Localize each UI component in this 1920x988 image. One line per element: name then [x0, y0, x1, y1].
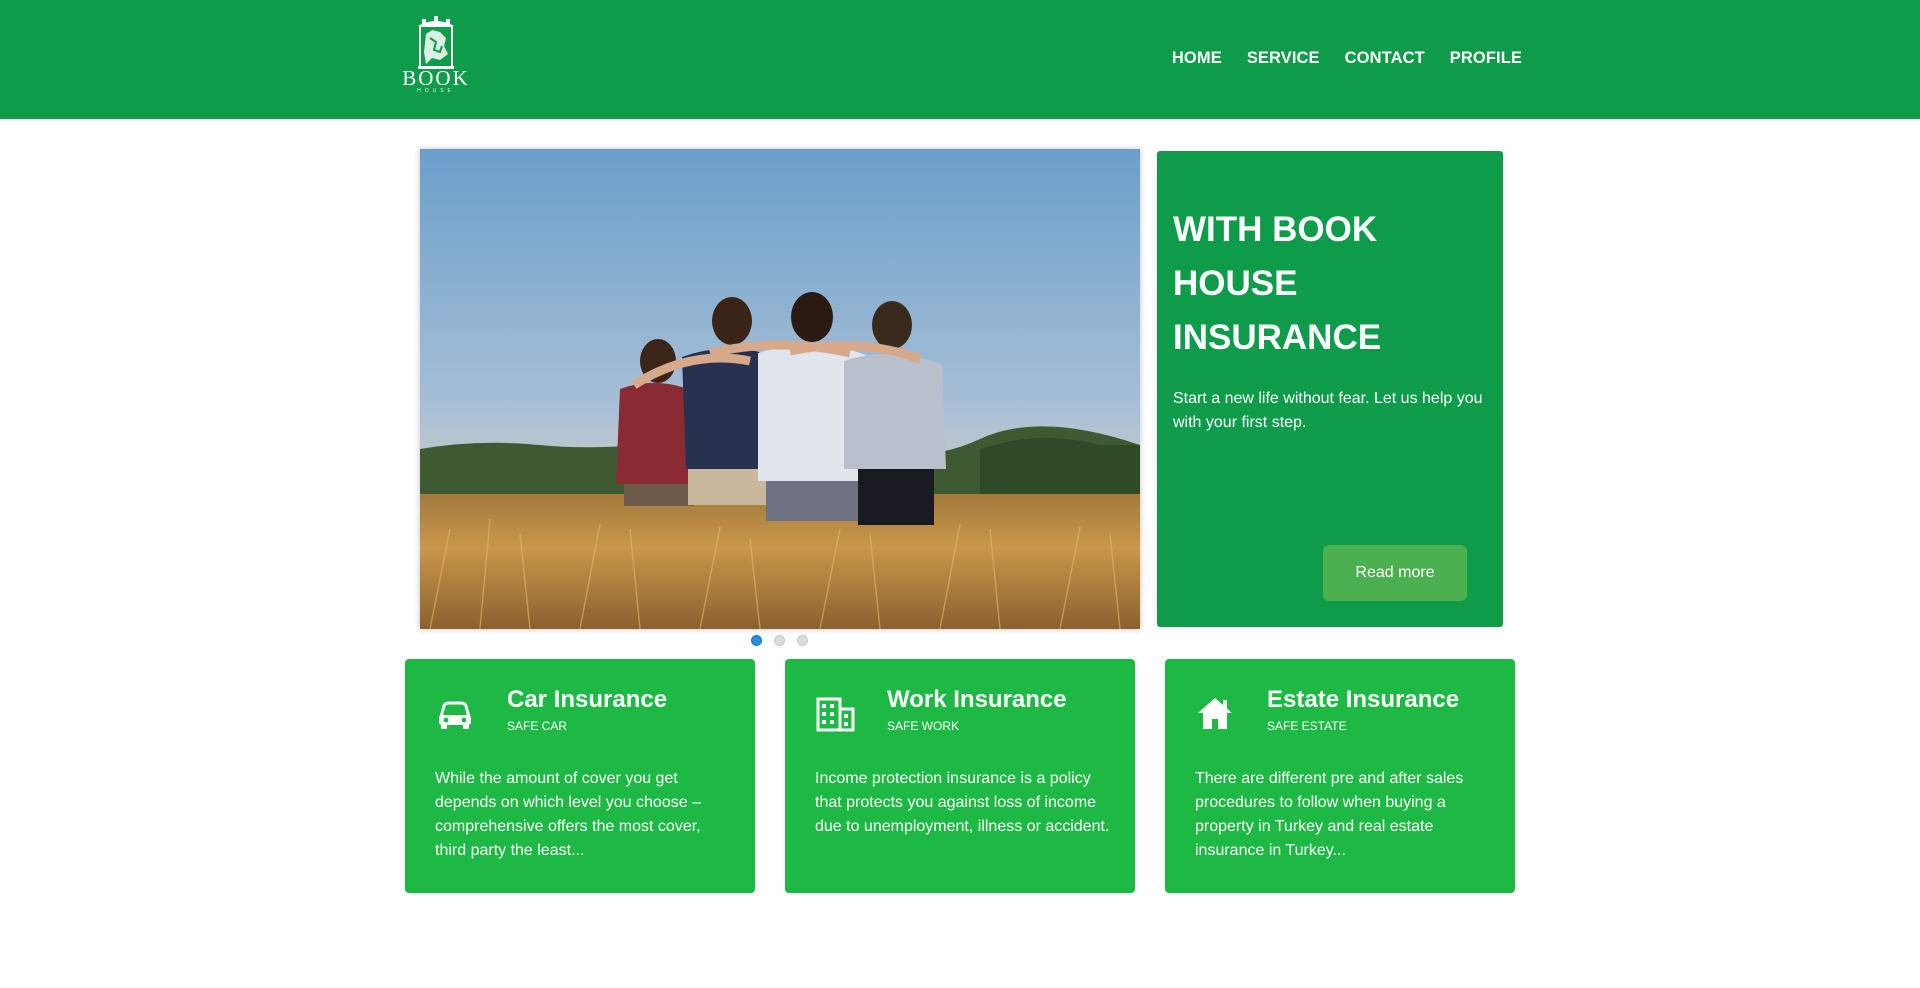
card-title: Estate Insurance — [1267, 686, 1460, 713]
building-icon — [816, 697, 855, 732]
site-header: BOOK HOUSE HOME SERVICE CONTACT PROFILE — [0, 0, 1920, 119]
hero-slider-image[interactable] — [420, 149, 1140, 629]
friends-in-field-image — [420, 149, 1140, 629]
card-work-insurance[interactable]: Work Insurance SAFE WORK Income protecti… — [785, 659, 1135, 893]
house-icon — [1198, 698, 1232, 729]
card-subtitle: SAFE ESTATE — [1267, 719, 1347, 733]
promo-title: WITH BOOK HOUSE INSURANCE — [1173, 210, 1382, 357]
card-title: Car Insurance — [507, 686, 668, 713]
logo-text: BOOK — [402, 66, 470, 90]
card-subtitle: SAFE WORK — [887, 719, 960, 733]
car-icon — [439, 701, 471, 729]
card-estate-insurance[interactable]: Estate Insurance SAFE ESTATE There are d… — [1165, 659, 1515, 893]
logo-subtext: HOUSE — [417, 88, 455, 94]
nav-profile[interactable]: PROFILE — [1450, 49, 1522, 68]
promo-panel: WITH BOOK HOUSE INSURANCE Start a new li… — [1157, 151, 1503, 627]
tower-logo-icon — [418, 16, 454, 69]
card-text: There are different pre and after sales … — [1195, 770, 1464, 859]
card-text: Income protection insurance is a policy … — [815, 770, 1110, 835]
nav-service[interactable]: SERVICE — [1247, 49, 1320, 68]
read-more-button[interactable]: Read more — [1323, 545, 1467, 601]
slider-dot-2[interactable] — [774, 635, 785, 646]
slider-dot-3[interactable] — [797, 635, 808, 646]
card-title: Work Insurance — [887, 686, 1067, 713]
card-text: While the amount of cover you get depend… — [435, 770, 701, 859]
slider-dot-1[interactable] — [751, 635, 762, 646]
nav-home[interactable]: HOME — [1172, 49, 1222, 68]
nav-contact[interactable]: CONTACT — [1345, 49, 1425, 68]
promo-text: Start a new life without fear. Let us he… — [1173, 390, 1483, 431]
card-car-insurance[interactable]: Car Insurance SAFE CAR While the amount … — [405, 659, 755, 893]
slider-dots — [751, 635, 808, 646]
main-nav: HOME SERVICE CONTACT PROFILE — [1172, 49, 1522, 68]
logo[interactable]: BOOK HOUSE — [402, 16, 470, 96]
card-subtitle: SAFE CAR — [507, 719, 568, 733]
